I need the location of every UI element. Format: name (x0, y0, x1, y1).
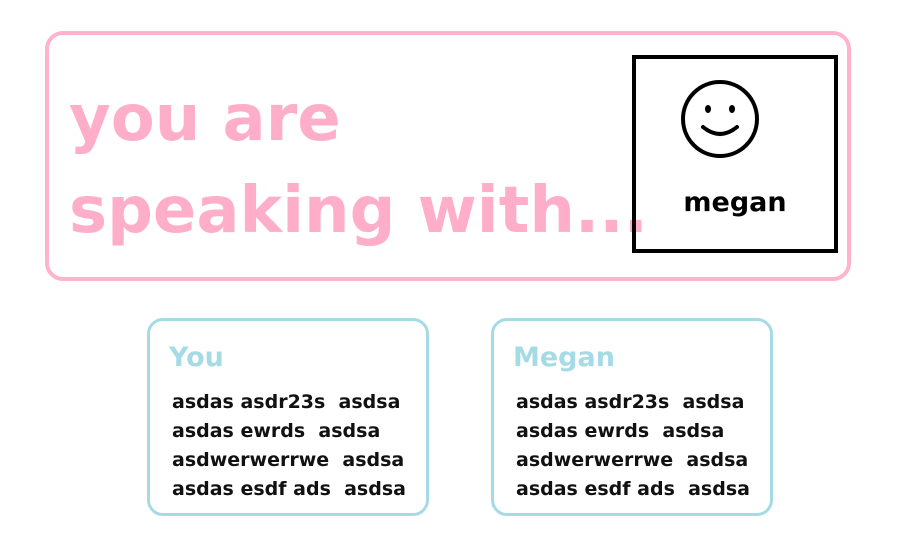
message-line: asdas esdf ads asdsa (516, 478, 750, 500)
you-message-list: asdas asdr23s asdsa asdas ewrds asdsa as… (172, 388, 406, 504)
page-title: you are speaking with... (69, 73, 648, 257)
title-line-1: you are (69, 82, 341, 156)
you-card-title: You (169, 342, 224, 373)
message-line: asdwerwerrwe asdsa (516, 449, 749, 471)
smiley-face-icon (681, 80, 759, 158)
you-message-card: You asdas asdr23s asdsa asdas ewrds asds… (147, 318, 429, 516)
contact-avatar-box[interactable]: megan (632, 55, 838, 253)
message-line: asdas esdf ads asdsa (172, 478, 406, 500)
speaking-with-card: you are speaking with... megan (45, 31, 851, 281)
message-line: asdwerwerrwe asdsa (172, 449, 405, 471)
message-line: asdas ewrds asdsa (172, 420, 381, 442)
message-line: asdas asdr23s asdsa (516, 391, 745, 413)
message-line: asdas ewrds asdsa (516, 420, 725, 442)
megan-card-title: Megan (513, 342, 615, 373)
megan-message-list: asdas asdr23s asdsa asdas ewrds asdsa as… (516, 388, 750, 504)
contact-name: megan (683, 187, 787, 218)
megan-message-card: Megan asdas asdr23s asdsa asdas ewrds as… (491, 318, 773, 516)
title-line-2: speaking with... (69, 174, 648, 248)
message-line: asdas asdr23s asdsa (172, 391, 401, 413)
